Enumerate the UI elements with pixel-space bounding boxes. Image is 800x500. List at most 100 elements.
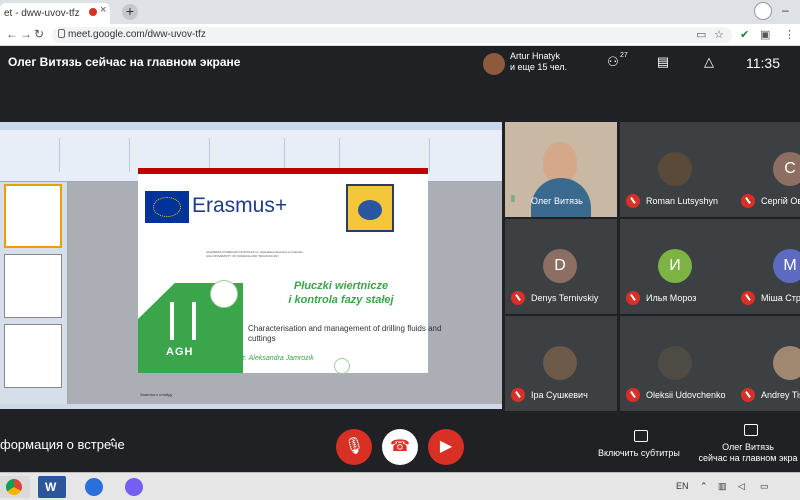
browser-tab-bar: et - dww-uvov-tfz × + – [0,0,800,24]
slide-thumbnail[interactable] [4,254,62,318]
participant-name: Іра Сушкевич [531,390,588,400]
back-icon[interactable]: ← [6,27,18,41]
participant-name: Roman Lutsyshyn [646,196,719,206]
meet-header: Олег Витязь сейчас на главном экране Art… [0,46,800,80]
mic-off-icon [741,388,755,402]
chrome-taskbar-icon[interactable] [0,476,30,498]
participant-avatar: М [773,249,800,283]
participant-tile[interactable]: М Міша Стр [735,219,800,314]
ribbon-group [340,138,430,172]
participant-photo [658,346,692,380]
decorative-circle [210,280,238,308]
participant-tile-video[interactable]: ⦀ Олег Витязь [505,122,617,217]
slide-thumbnail[interactable] [4,324,62,388]
mic-off-icon [511,291,525,305]
participant-name: Олег Витязь [531,196,583,206]
ribbon-group [210,138,285,172]
ribbon-group [60,138,130,172]
participants-preview[interactable]: Artur Hnatyk и еще 15 чел. [510,51,567,73]
slide-institution-text: AKADEMIA GÓRNICZO-HUTNICZA im. Stanisław… [206,250,303,258]
participant-tile[interactable]: Roman Lutsyshyn [620,122,735,217]
mic-off-icon [511,388,525,402]
camera-toggle-button[interactable]: ▶ [428,429,464,465]
slide-title: Płuczki wiertnicze i kontrola fazy stałe… [288,280,394,306]
meeting-info-button[interactable]: формация о встрече [0,437,125,452]
powerpoint-status-bar [0,404,502,409]
ribbon-group [130,138,210,172]
participant-photo [773,346,800,380]
participant-name: Міша Стр [761,293,800,303]
participant-tile[interactable]: D Denys Ternivskiy [505,219,617,314]
slide-thumbnails-pane [0,182,68,404]
url-field[interactable]: meet.google.com/dww-uvov-tfz [52,27,732,43]
participant-tile[interactable]: И Илья Мороз [620,219,735,314]
ribbon-group [285,138,340,172]
participant-avatar: D [543,249,577,283]
captions-icon[interactable] [634,430,648,442]
agh-logo-icon [170,302,196,340]
bookmark-star-icon[interactable]: ☆ [714,28,724,41]
windows-taskbar: W EN ⌃ ▥ ◁ ▭ [0,472,800,500]
extension-icon[interactable]: ✔ [740,28,749,41]
participant-name: Denys Ternivskiy [531,293,599,303]
chevron-up-icon[interactable]: ⌃ [108,436,118,450]
reload-icon[interactable]: ↻ [34,27,44,41]
hang-up-button[interactable]: ☎ [382,429,418,465]
participant-name: Oleksii Udovchenko [646,390,726,400]
slide-top-bar [138,168,428,174]
slide-notes: Заметки к слайду [140,392,173,397]
camera-icon[interactable]: ▭ [696,28,706,41]
menu-dots-icon[interactable]: ⋮ [784,28,795,41]
forward-icon[interactable]: → [20,27,32,41]
language-indicator[interactable]: EN [676,481,689,491]
lock-icon [58,29,65,38]
participant-tile[interactable]: Oleksii Udovchenko [620,316,735,411]
activities-icon[interactable]: △ [700,54,718,70]
volume-icon[interactable]: ◁ [738,481,745,492]
mic-active-icon: ⦀ [511,194,515,204]
extension-puzzle-icon[interactable]: ▣ [760,28,770,41]
network-icon[interactable]: ▥ [718,481,727,492]
presenter-status[interactable]: Олег Витязь сейчас на главном экра [696,442,800,464]
participant-name: Andrey Tis [761,390,800,400]
new-tab-button[interactable]: + [122,4,138,20]
profile-icon[interactable] [754,2,772,20]
erasmus-logo-text: Erasmus+ [192,194,288,217]
mic-off-icon [741,194,755,208]
participant-tile[interactable]: Andrey Tis [735,316,800,411]
participant-avatar: И [658,249,692,283]
university-logo-icon [346,184,394,232]
minimize-icon[interactable]: – [782,3,789,17]
word-taskbar-icon[interactable]: W [38,476,66,498]
slide-thumbnail[interactable] [4,184,62,248]
tab-close-icon[interactable]: × [100,4,106,16]
mic-off-icon [741,291,755,305]
participants-preview-name: Artur Hnatyk [510,51,561,61]
participant-tile[interactable]: Іра Сушкевич [505,316,617,411]
present-screen-icon[interactable] [744,424,758,436]
participants-preview-more: и еще 15 чел. [510,62,568,72]
slide-subtitle: Characterisation and management of drill… [248,324,442,343]
viber-taskbar-icon[interactable] [120,476,148,498]
chat-icon[interactable]: ▤ [654,54,672,70]
participant-name: Илья Мороз [646,293,697,303]
recording-dot-icon [89,8,97,16]
powerpoint-title-bar [0,122,502,130]
mic-off-icon [626,388,640,402]
participant-face [543,142,577,182]
address-bar: ← → ↻ meet.google.com/dww-uvov-tfz ▭ ☆ ✔… [0,24,800,46]
participant-avatar [483,53,505,75]
decorative-circle [334,358,350,374]
clock: 11:35 [746,55,780,71]
tray-chevron-icon[interactable]: ⌃ [700,481,708,492]
mic-toggle-button[interactable]: 🎙︎ [336,429,372,465]
mic-off-icon [626,194,640,208]
app-taskbar-icon[interactable] [80,476,108,498]
ribbon-group [20,138,60,172]
participant-avatar: С [773,152,800,186]
subtitles-button[interactable]: Включить субтитры [598,448,680,459]
meeting-controls-bar: формация о встрече ⌃ 🎙︎ ☎ ▶ Включить суб… [0,412,800,472]
notification-icon[interactable]: ▭ [760,481,769,492]
presenter-banner: Олег Витязь сейчас на главном экране [8,55,241,69]
participant-tile[interactable]: С Сергій Ов [735,122,800,217]
